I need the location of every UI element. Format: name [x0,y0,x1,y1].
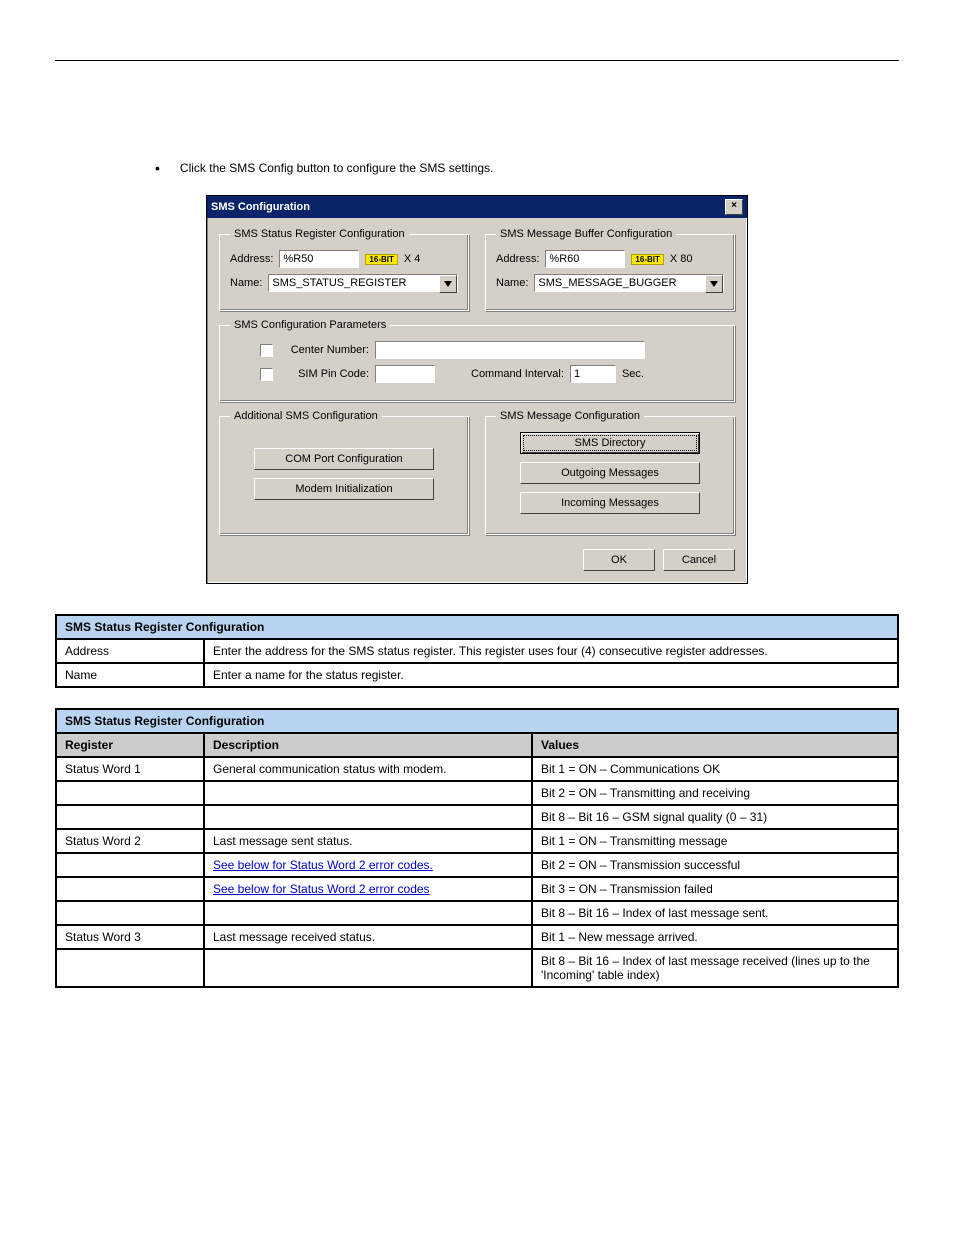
cancel-button[interactable]: Cancel [663,549,735,571]
header-rule [55,60,899,61]
table-row: Bit 8 – Bit 16 – GSM signal quality (0 –… [56,805,898,829]
additional-config-group: Additional SMS Configuration COM Port Co… [219,410,469,535]
bit-badge: 16-BIT [365,254,397,265]
status-register-config-table: SMS Status Register Configuration Addres… [55,614,899,688]
table-row: Address Enter the address for the SMS st… [56,639,898,663]
command-interval-input[interactable] [570,365,616,383]
status-register-group: SMS Status Register Configuration Addres… [219,228,469,311]
table-row: Status Word 2Last message sent status.Bi… [56,829,898,853]
table-row: See below for Status Word 2 error codesB… [56,877,898,901]
status-mult: X 4 [404,253,421,265]
incoming-messages-button[interactable]: Incoming Messages [520,492,700,514]
table-row: Status Word 3Last message received statu… [56,925,898,949]
status-word-2-link[interactable]: See below for Status Word 2 error codes. [213,858,433,872]
close-icon[interactable]: × [725,199,743,215]
table-row: Name Enter a name for the status registe… [56,663,898,687]
table1-r0c1: Enter the address for the SMS status reg… [204,639,898,663]
sim-pin-checkbox[interactable] [260,368,273,381]
interval-unit: Sec. [622,368,644,380]
buffer-name-input[interactable] [534,274,724,292]
table1-r1c0: Name [56,663,204,687]
status-name-input[interactable] [268,274,458,292]
message-buffer-group: SMS Message Buffer Configuration Address… [485,228,735,311]
status-register-values-table: SMS Status Register Configuration Regist… [55,708,899,988]
intro-text: Click the SMS Config button to configure… [180,161,494,175]
command-interval-label: Command Interval: [471,368,564,380]
buffer-address-input[interactable] [545,250,625,268]
chevron-down-icon[interactable] [705,275,723,293]
buffer-mult: X 80 [670,253,693,265]
status-name-label: Name: [230,277,262,289]
ok-button[interactable]: OK [583,549,655,571]
status-address-label: Address: [230,253,273,265]
table1-r1c1: Enter a name for the status register. [204,663,898,687]
table1-r0c0: Address [56,639,204,663]
table-row: Bit 2 = ON – Transmitting and receiving [56,781,898,805]
buffer-name-label: Name: [496,277,528,289]
com-port-config-button[interactable]: COM Port Configuration [254,448,434,470]
table1-header: SMS Status Register Configuration [56,615,898,639]
message-buffer-legend: SMS Message Buffer Configuration [496,228,676,240]
status-register-legend: SMS Status Register Configuration [230,228,409,240]
center-number-checkbox[interactable] [260,344,273,357]
sms-message-config-group: SMS Message Configuration SMS Directory … [485,410,735,535]
table2-header: SMS Status Register Configuration [56,709,898,733]
sms-params-group: SMS Configuration Parameters Center Numb… [219,319,735,402]
bit-badge: 16-BIT [631,254,663,265]
table2-sub2: Values [532,733,898,757]
additional-config-legend: Additional SMS Configuration [230,410,382,422]
sms-params-legend: SMS Configuration Parameters [230,319,390,331]
table-row: Status Word 1General communication statu… [56,757,898,781]
sim-pin-label: SIM Pin Code: [279,368,369,380]
table-row: Bit 8 – Bit 16 – Index of last message s… [56,901,898,925]
table-row: See below for Status Word 2 error codes.… [56,853,898,877]
sim-pin-input[interactable] [375,365,435,383]
chevron-down-icon[interactable] [439,275,457,293]
dialog-title: SMS Configuration [211,201,310,213]
outgoing-messages-button[interactable]: Outgoing Messages [520,462,700,484]
table-row: Bit 8 – Bit 16 – Index of last message r… [56,949,898,987]
bullet-dot: • [155,161,160,175]
sms-message-config-legend: SMS Message Configuration [496,410,644,422]
table2-sub0: Register [56,733,204,757]
status-address-input[interactable] [279,250,359,268]
center-number-input[interactable] [375,341,645,359]
buffer-address-label: Address: [496,253,539,265]
sms-directory-button[interactable]: SMS Directory [520,432,700,454]
center-number-label: Center Number: [279,344,369,356]
status-word-2-link[interactable]: See below for Status Word 2 error codes [213,882,430,896]
modem-init-button[interactable]: Modem Initialization [254,478,434,500]
intro-bullet: • Click the SMS Config button to configu… [155,161,899,175]
titlebar: SMS Configuration × [207,196,747,218]
table2-sub1: Description [204,733,532,757]
sms-config-dialog: SMS Configuration × SMS Status Register … [206,195,748,584]
